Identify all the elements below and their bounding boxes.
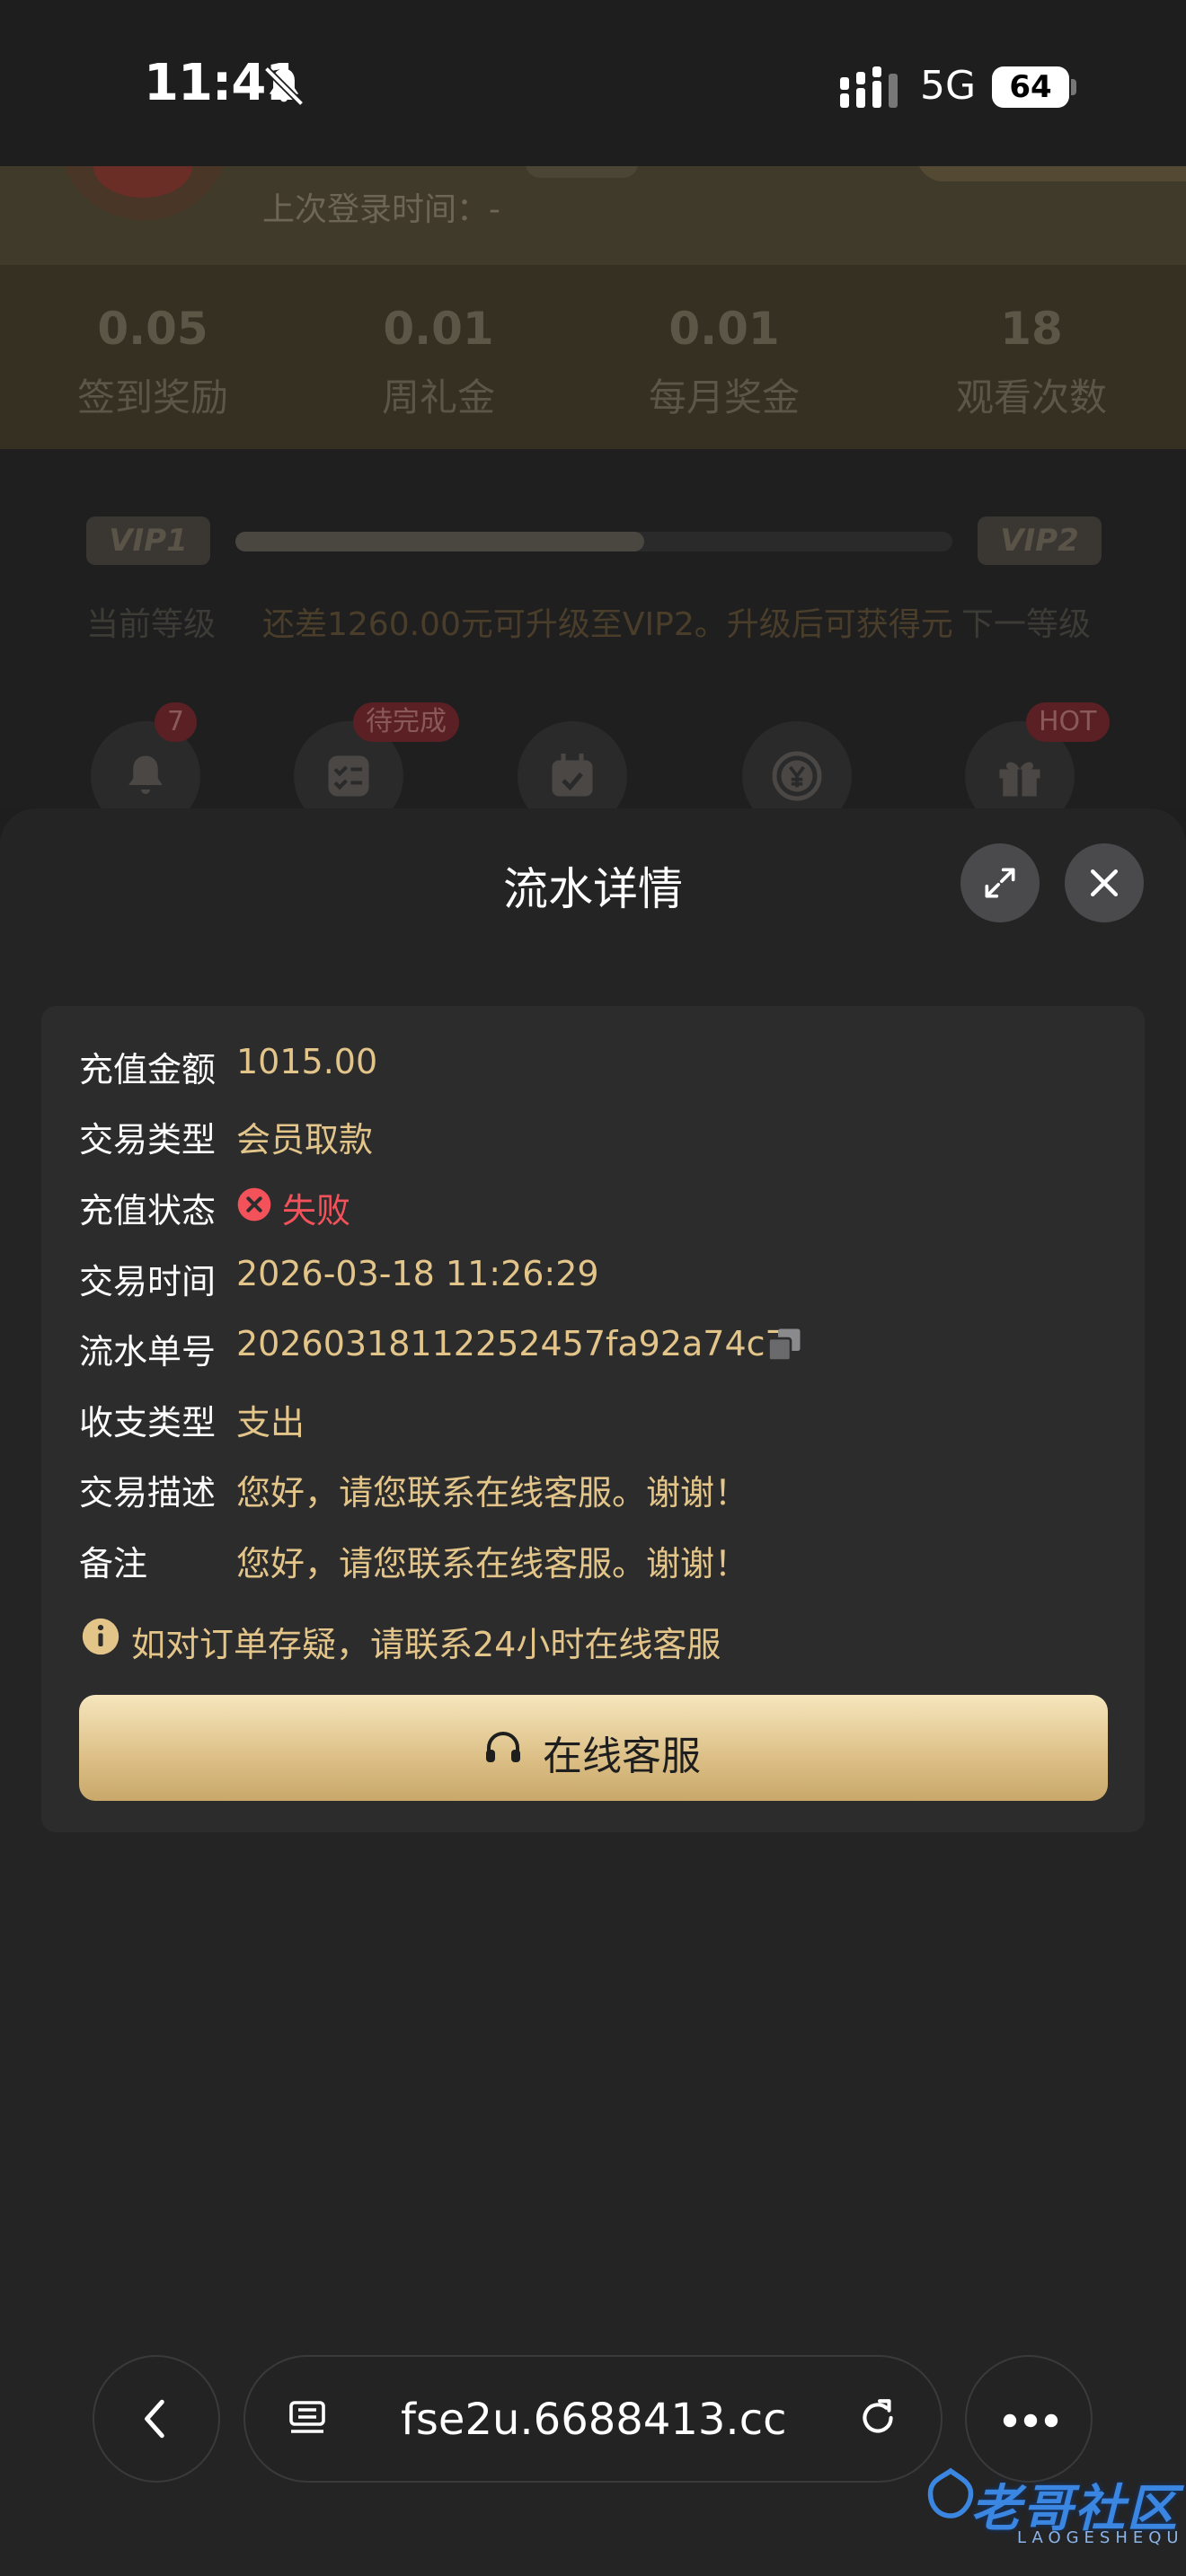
ellipsis-icon <box>1003 2413 1058 2428</box>
row-value-description: 您好，请您联系在线客服。谢谢！ <box>236 1473 749 1513</box>
stat-value: 18 <box>1000 303 1063 355</box>
row-label-type: 交易类型 <box>79 1120 217 1160</box>
row-label-status: 充值状态 <box>79 1191 217 1231</box>
vip-upgrade-message: 还差1260.00元可升级至VIP2。升级后可获得元 <box>262 606 953 643</box>
stat-label: 观看次数 <box>955 375 1107 419</box>
chevron-left-icon <box>145 2399 164 2439</box>
stat-label: 每月奖金 <box>648 375 800 419</box>
browser-more-button[interactable] <box>965 2355 1093 2483</box>
browser-back-button[interactable] <box>93 2355 220 2483</box>
vip-progress-fill <box>235 532 644 551</box>
stat-value: 0.05 <box>97 303 208 355</box>
row-label-description: 交易描述 <box>79 1473 217 1513</box>
last-login-text: 上次登录时间：- <box>262 191 500 228</box>
vip-current-label: 当前等级 <box>86 606 217 643</box>
copy-icon[interactable] <box>766 1326 803 1363</box>
stat-weekly-gift: 0.01 周礼金 <box>304 303 573 422</box>
stat-label: 周礼金 <box>381 375 495 419</box>
row-value-type: 会员取款 <box>236 1120 374 1160</box>
headset-icon <box>486 1732 520 1762</box>
fail-icon <box>237 1187 271 1222</box>
stat-value: 0.01 <box>383 303 494 355</box>
stat-checkin-reward: 0.05 签到奖励 <box>18 303 288 422</box>
vip-next-label: 下一等级 <box>961 606 1092 643</box>
expand-icon <box>985 868 1015 898</box>
watermark-subtext: LAOGESHEQU <box>1017 2528 1184 2547</box>
row-label-remark: 备注 <box>79 1544 148 1584</box>
stat-watch-count: 18 观看次数 <box>897 303 1166 422</box>
support-notice: 如对订单存疑，请联系24小时在线客服 <box>131 1625 721 1664</box>
row-label-amount: 充值金额 <box>79 1050 217 1090</box>
vip-current-badge: VIP1 <box>86 516 210 565</box>
stats-bar: 0.05 签到奖励 0.01 周礼金 0.01 每月奖金 18 观看次数 <box>0 265 1186 449</box>
battery-icon: 64 <box>992 66 1069 108</box>
network-type: 5G <box>920 63 977 109</box>
stat-label: 签到奖励 <box>76 375 228 419</box>
battery-cap <box>1071 79 1076 95</box>
close-button[interactable] <box>1065 843 1144 922</box>
signal-icon <box>840 66 898 108</box>
row-value-order-no: 20260318112252457fa92a74c7 <box>236 1324 787 1363</box>
row-value-time: 2026-03-18 11:26:29 <box>236 1254 599 1293</box>
hot-badge: HOT <box>1026 702 1110 742</box>
pending-badge: 待完成 <box>353 702 459 742</box>
stat-monthly-bonus: 0.01 每月奖金 <box>589 303 859 422</box>
expand-button[interactable] <box>960 843 1040 922</box>
row-value-direction: 支出 <box>236 1403 305 1442</box>
row-label-order-no: 流水单号 <box>79 1332 217 1372</box>
url-text[interactable]: fse2u.6688413.cc <box>401 2395 786 2445</box>
online-support-label: 在线客服 <box>543 1734 701 1779</box>
row-value-remark: 您好，请您联系在线客服。谢谢！ <box>236 1544 749 1584</box>
stat-value: 0.01 <box>668 303 780 355</box>
watermark-logo-icon <box>927 2467 974 2519</box>
muted-bell-icon <box>263 66 305 107</box>
page-menu-icon[interactable] <box>286 2396 329 2441</box>
row-label-direction: 收支类型 <box>79 1403 217 1442</box>
row-value-status: 失败 <box>282 1191 351 1231</box>
row-value-amount: 1015.00 <box>236 1042 378 1081</box>
row-label-time: 交易时间 <box>79 1262 217 1301</box>
info-icon <box>82 1618 119 1655</box>
reload-icon[interactable] <box>855 2395 900 2441</box>
notification-count-badge: 7 <box>155 702 198 742</box>
vip-next-badge: VIP2 <box>978 516 1102 565</box>
close-icon <box>1090 869 1119 897</box>
